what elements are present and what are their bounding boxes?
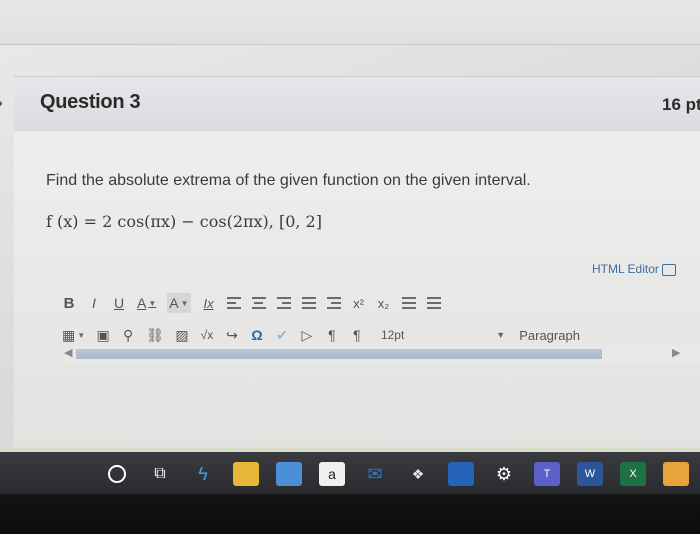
rtl-button[interactable]: ¶ — [350, 325, 364, 345]
paragraph-ltr-icon: ¶ — [328, 327, 336, 343]
scroll-right-icon[interactable]: ▶ — [672, 346, 680, 359]
ltr-button[interactable]: ¶ — [325, 325, 339, 345]
html-editor-label: HTML Editor — [592, 262, 659, 276]
media-button[interactable]: ▣ — [96, 325, 110, 345]
indent-icon — [301, 297, 316, 309]
paragraph-rtl-icon: ¶ — [353, 327, 361, 343]
image-icon: ▨ — [175, 326, 189, 343]
question-title: Question 3 — [40, 91, 141, 113]
chevron-down-icon: ▼ — [77, 330, 86, 340]
monitor-bezel — [0, 494, 700, 534]
align-left-icon — [226, 297, 241, 309]
question-formula: f (x) = 2 cos(πx) − cos(2πx), [0, 2] — [46, 212, 322, 231]
numbered-list-icon — [426, 297, 441, 309]
font-color-label: A — [137, 295, 147, 311]
clear-formatting-label: Ix — [203, 295, 214, 311]
store-icon[interactable] — [276, 462, 302, 486]
superscript-button[interactable]: x² — [352, 293, 366, 313]
image-button[interactable]: ▨ — [175, 325, 189, 345]
link-icon: ⚲ — [123, 326, 134, 343]
question-points: 16 pt — [662, 95, 700, 114]
file-explorer-icon[interactable] — [233, 462, 259, 486]
table-icon: ▦ — [62, 326, 76, 343]
teams-icon[interactable]: T — [534, 462, 560, 486]
toolbar-row-1: B I U A ▼ A ▼ Ix x² x₂ — [62, 292, 452, 314]
italic-button[interactable]: I — [87, 293, 101, 313]
top-band — [0, 0, 700, 45]
keyboard-icon — [661, 263, 676, 276]
indent-button[interactable] — [301, 293, 316, 313]
checkmark-button[interactable]: ✔ — [275, 325, 289, 345]
horizontal-scrollbar[interactable]: ◀ ▶ — [62, 346, 700, 362]
table-button[interactable]: ▦ ▼ — [62, 325, 85, 345]
preview-icon: ▷ — [301, 326, 313, 343]
excel-icon[interactable]: X — [620, 462, 646, 486]
preview-button[interactable]: ▷ — [300, 325, 314, 345]
align-center-icon — [251, 297, 266, 309]
align-left-button[interactable] — [226, 293, 241, 313]
question-prompt: Find the absolute extrema of the given f… — [46, 172, 531, 189]
checkmark-icon: ✔ — [276, 326, 288, 343]
unlink-icon: ⛓ — [146, 326, 164, 343]
align-right-button[interactable] — [276, 293, 291, 313]
underline-button[interactable]: U — [112, 293, 126, 313]
media-icon: ▣ — [96, 326, 110, 343]
numbered-list-button[interactable] — [426, 293, 441, 313]
amazon-icon[interactable]: a — [319, 462, 345, 486]
chevron-down-icon: ▼ — [180, 298, 189, 308]
word-icon[interactable]: W — [577, 462, 603, 486]
cortana-icon[interactable] — [104, 462, 130, 486]
align-right-icon — [276, 297, 291, 309]
embed-icon: ↪ — [226, 326, 238, 343]
clear-formatting-button[interactable]: Ix — [202, 293, 216, 313]
bold-button[interactable]: B — [62, 293, 76, 313]
background-color-label: A — [169, 295, 179, 311]
outdent-icon — [326, 297, 341, 309]
screen: › Question 3 16 pt Find the absolute ext… — [0, 0, 700, 534]
background-color-button[interactable]: A ▼ — [167, 293, 191, 313]
sticky-notes-icon[interactable] — [448, 462, 474, 486]
mail-icon[interactable]: ✉ — [362, 462, 388, 486]
equation-button[interactable]: √x — [200, 325, 214, 345]
collapse-chevron-icon[interactable]: › — [0, 86, 3, 118]
chevron-down-icon: ▼ — [148, 298, 157, 308]
sqrt-icon: √x — [200, 328, 214, 342]
taskbar-icons: ⧉ ϟ a ✉ ❖ ⚙ T W X — [104, 461, 689, 487]
font-color-button[interactable]: A ▼ — [137, 293, 156, 313]
scrollbar-thumb[interactable] — [76, 349, 602, 359]
html-editor-link[interactable]: HTML Editor — [592, 262, 676, 276]
chevron-down-icon[interactable]: ▼ — [496, 330, 505, 340]
bolt-icon[interactable]: ϟ — [190, 462, 216, 486]
toolbar-row-2: ▦ ▼ ▣ ⚲ ⛓ ▨ √x ↪ Ω ✔ ▷ ¶ ¶ 12pt ▼ Paragra… — [62, 324, 580, 346]
font-size-select[interactable]: 12pt — [381, 328, 404, 342]
bullet-list-icon — [401, 297, 416, 309]
outdent-button[interactable] — [326, 293, 341, 313]
settings-icon[interactable]: ⚙ — [491, 462, 517, 486]
unlink-button[interactable]: ⛓ — [146, 325, 164, 345]
scroll-left-icon[interactable]: ◀ — [64, 346, 72, 359]
subscript-button[interactable]: x₂ — [377, 293, 391, 313]
format-select[interactable]: Paragraph — [519, 328, 580, 343]
align-center-button[interactable] — [251, 293, 266, 313]
bullet-list-button[interactable] — [401, 293, 416, 313]
special-char-button[interactable]: Ω — [250, 325, 264, 345]
link-button[interactable]: ⚲ — [121, 325, 135, 345]
dropbox-icon[interactable]: ❖ — [405, 462, 431, 486]
app-icon[interactable] — [663, 462, 689, 486]
omega-icon: Ω — [251, 327, 263, 343]
task-view-icon[interactable]: ⧉ — [147, 462, 173, 486]
embed-button[interactable]: ↪ — [225, 325, 239, 345]
